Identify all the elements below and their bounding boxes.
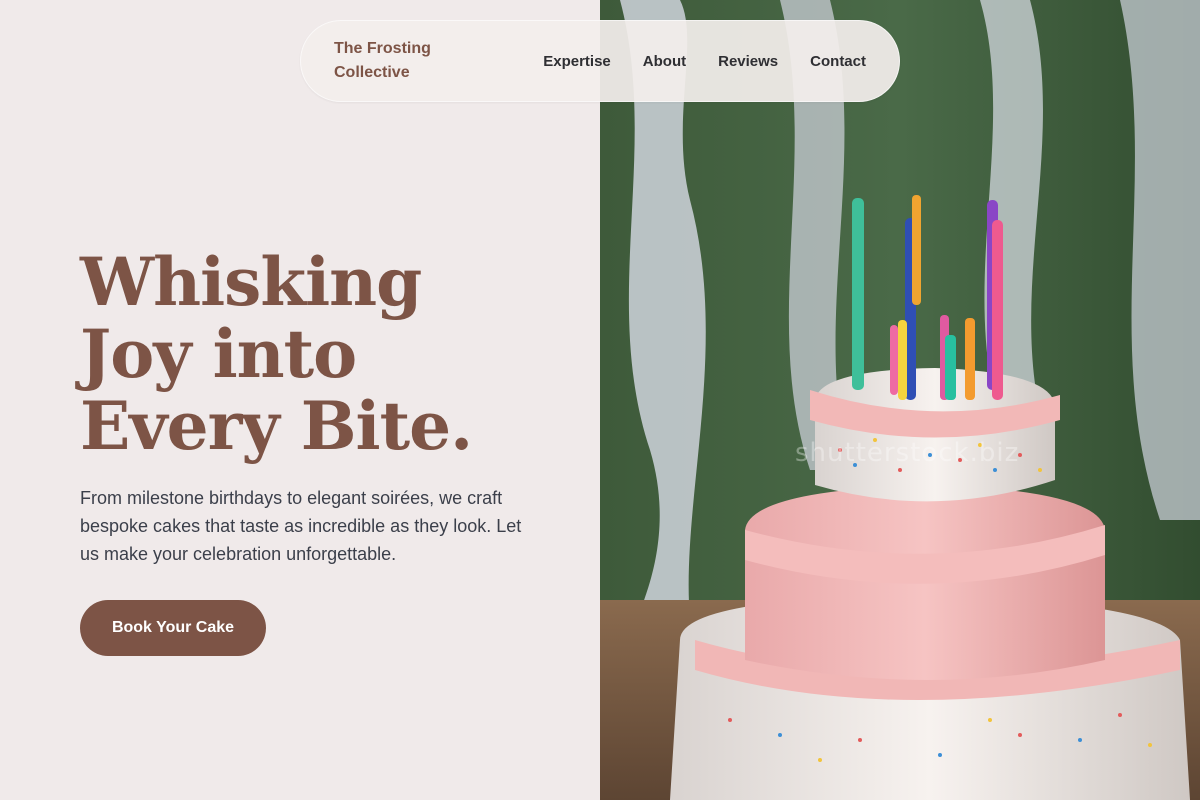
- book-your-cake-button[interactable]: Book Your Cake: [80, 600, 266, 656]
- top-navigation: The Frosting Collective Expertise About …: [300, 20, 900, 102]
- nav-link-reviews[interactable]: Reviews: [718, 53, 778, 70]
- nav-link-about[interactable]: About: [643, 53, 686, 70]
- brand-logo-link[interactable]: The Frosting Collective: [334, 37, 464, 85]
- hero-image: [600, 0, 1200, 800]
- nav-links: Expertise About Reviews Contact: [543, 53, 866, 70]
- nav-link-expertise[interactable]: Expertise: [543, 53, 611, 70]
- watermark-text: shutterstock.biz: [795, 438, 1020, 468]
- hero-subtitle: From milestone birthdays to elegant soir…: [80, 488, 522, 564]
- nav-link-contact[interactable]: Contact: [810, 53, 866, 70]
- hero-title: Whisking Joy into Every Bite.: [80, 243, 473, 465]
- birthday-cake-photo: [600, 0, 1200, 800]
